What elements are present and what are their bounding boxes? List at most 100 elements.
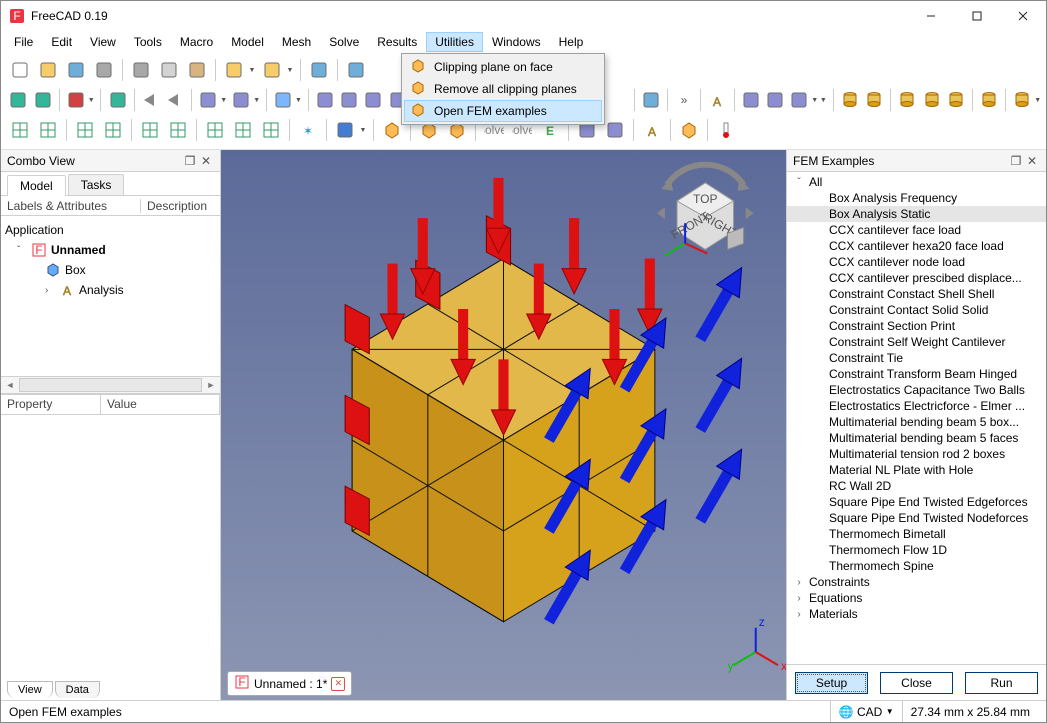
link2-button[interactable] <box>230 87 252 113</box>
A2-button[interactable]: A <box>639 117 665 143</box>
nav-cube[interactable]: TOP RIGHT FRONT <box>657 165 754 256</box>
property-grid[interactable]: Property Value <box>1 394 220 678</box>
example-item[interactable]: Constraint Transform Beam Hinged <box>787 366 1046 382</box>
example-item[interactable]: CCX cantilever prescibed displace... <box>787 270 1046 286</box>
menuitem-clipping-plane-on-face[interactable]: Clipping plane on face <box>404 56 602 78</box>
grid4-button[interactable] <box>100 117 126 143</box>
dropdown-caret-icon[interactable]: ▼ <box>247 67 257 74</box>
bbox-button[interactable] <box>106 87 128 113</box>
example-item[interactable]: CCX cantilever hexa20 face load <box>787 238 1046 254</box>
model-tree[interactable]: Application ˇ F Unnamed Box › A Analysis <box>1 216 220 376</box>
close-tab-icon[interactable]: ✕ <box>331 677 345 691</box>
cube-d-button[interactable] <box>676 117 702 143</box>
folder-button[interactable] <box>640 87 662 113</box>
example-item[interactable]: Constraint Self Weight Cantilever <box>787 334 1046 350</box>
grid7-button[interactable] <box>202 117 228 143</box>
tab-data[interactable]: Data <box>55 681 100 698</box>
new-button[interactable] <box>7 57 33 83</box>
dropdown-caret-icon[interactable]: ▼ <box>358 127 368 134</box>
menu-model[interactable]: Model <box>222 32 273 52</box>
dropdown-caret-icon[interactable]: ▼ <box>219 97 228 104</box>
paste-button[interactable] <box>184 57 210 83</box>
close-button[interactable]: Close <box>880 672 953 694</box>
panel-float-icon[interactable]: ❐ <box>182 154 198 168</box>
grid9-button[interactable] <box>258 117 284 143</box>
chevrons-button[interactable]: » <box>673 87 695 113</box>
tree-item-analysis[interactable]: › A Analysis <box>5 280 216 300</box>
cyl3-button[interactable] <box>896 87 918 113</box>
menuitem-remove-all-clipping-planes[interactable]: Remove all clipping planes <box>404 78 602 100</box>
nav-mode-selector[interactable]: 🌐 CAD ▼ <box>830 701 902 722</box>
panel-close-icon[interactable]: ✕ <box>1024 154 1040 168</box>
cut-button[interactable] <box>128 57 154 83</box>
nav-next-button[interactable] <box>164 87 186 113</box>
example-item[interactable]: Box Analysis Frequency <box>787 190 1046 206</box>
link1-button[interactable] <box>197 87 219 113</box>
tab-view[interactable]: View <box>7 681 53 698</box>
collapse-icon[interactable]: ˇ <box>17 245 27 256</box>
expand-icon[interactable]: › <box>45 285 55 296</box>
cyl7-button[interactable] <box>1011 87 1033 113</box>
menuitem-open-fem-examples[interactable]: Open FEM examples <box>404 100 602 122</box>
tree-hscrollbar[interactable]: ◄ ► <box>1 376 220 394</box>
group-constraints[interactable]: ›Constraints <box>787 574 1046 590</box>
example-item[interactable]: Thermomech Bimetall <box>787 526 1046 542</box>
example-item[interactable]: Constraint Tie <box>787 350 1046 366</box>
example-item[interactable]: Material NL Plate with Hole <box>787 462 1046 478</box>
tab-tasks[interactable]: Tasks <box>68 174 125 195</box>
refresh-button[interactable] <box>306 57 332 83</box>
nav-prev-button[interactable] <box>140 87 162 113</box>
grid6-button[interactable] <box>165 117 191 143</box>
group-materials[interactable]: ›Materials <box>787 606 1046 622</box>
collapse-icon[interactable]: ˇ <box>793 177 805 188</box>
menu-help[interactable]: Help <box>550 32 593 52</box>
top-button[interactable] <box>338 87 360 113</box>
snow-button[interactable]: ✶ <box>295 117 321 143</box>
grid8-button[interactable] <box>230 117 256 143</box>
tree-item-box[interactable]: Box <box>5 260 216 280</box>
run-button[interactable]: Run <box>965 672 1038 694</box>
example-item[interactable]: Box Analysis Static <box>787 206 1046 222</box>
undo-button[interactable] <box>221 57 247 83</box>
tree-document[interactable]: ˇ F Unnamed <box>5 240 216 260</box>
example-item[interactable]: Square Pipe End Twisted Nodeforces <box>787 510 1046 526</box>
example-item[interactable]: CCX cantilever face load <box>787 222 1046 238</box>
example-item[interactable]: Thermomech Flow 1D <box>787 542 1046 558</box>
dropdown-caret-icon[interactable]: ▼ <box>810 97 819 104</box>
group-equations[interactable]: ›Equations <box>787 590 1046 606</box>
menu-file[interactable]: File <box>5 32 42 52</box>
maximize-button[interactable] <box>954 1 1000 31</box>
save-button[interactable] <box>63 57 89 83</box>
scroll-left-icon[interactable]: ◄ <box>1 380 19 390</box>
dropdown-caret-icon[interactable]: ▼ <box>285 67 295 74</box>
cyl2-button[interactable] <box>863 87 885 113</box>
example-item[interactable]: CCX cantilever node load <box>787 254 1046 270</box>
A-tool-button[interactable]: A <box>706 87 728 113</box>
dropdown-caret-icon[interactable]: ▼ <box>252 97 261 104</box>
example-item[interactable]: Multimaterial bending beam 5 box... <box>787 414 1046 430</box>
setup-button[interactable]: Setup <box>795 672 868 694</box>
open-button[interactable] <box>35 57 61 83</box>
example-item[interactable]: Thermomech Spine <box>787 558 1046 574</box>
example-item[interactable]: Constraint Contact Solid Solid <box>787 302 1046 318</box>
fit-sel-button[interactable] <box>31 87 53 113</box>
scroll-right-icon[interactable]: ► <box>202 380 220 390</box>
thermo-button[interactable] <box>713 117 739 143</box>
example-item[interactable]: RC Wall 2D <box>787 478 1046 494</box>
expand-icon[interactable]: › <box>793 577 805 588</box>
example-item[interactable]: Electrostatics Electricforce - Elmer ... <box>787 398 1046 414</box>
cyl1-button[interactable] <box>838 87 860 113</box>
panel-close-icon[interactable]: ✕ <box>198 154 214 168</box>
menu-solve[interactable]: Solve <box>320 32 368 52</box>
example-item[interactable]: Constraint Section Print <box>787 318 1046 334</box>
meas2-button[interactable] <box>602 117 628 143</box>
cyl4-button[interactable] <box>920 87 942 113</box>
redo-button[interactable] <box>259 57 285 83</box>
menu-windows[interactable]: Windows <box>483 32 550 52</box>
menu-macro[interactable]: Macro <box>171 32 222 52</box>
example-item[interactable]: Electrostatics Capacitance Two Balls <box>787 382 1046 398</box>
close-button[interactable] <box>1000 1 1046 31</box>
copy-button[interactable] <box>156 57 182 83</box>
dropdown-caret-icon[interactable]: ▼ <box>1033 97 1042 104</box>
example-item[interactable]: Multimaterial tension rod 2 boxes <box>787 446 1046 462</box>
